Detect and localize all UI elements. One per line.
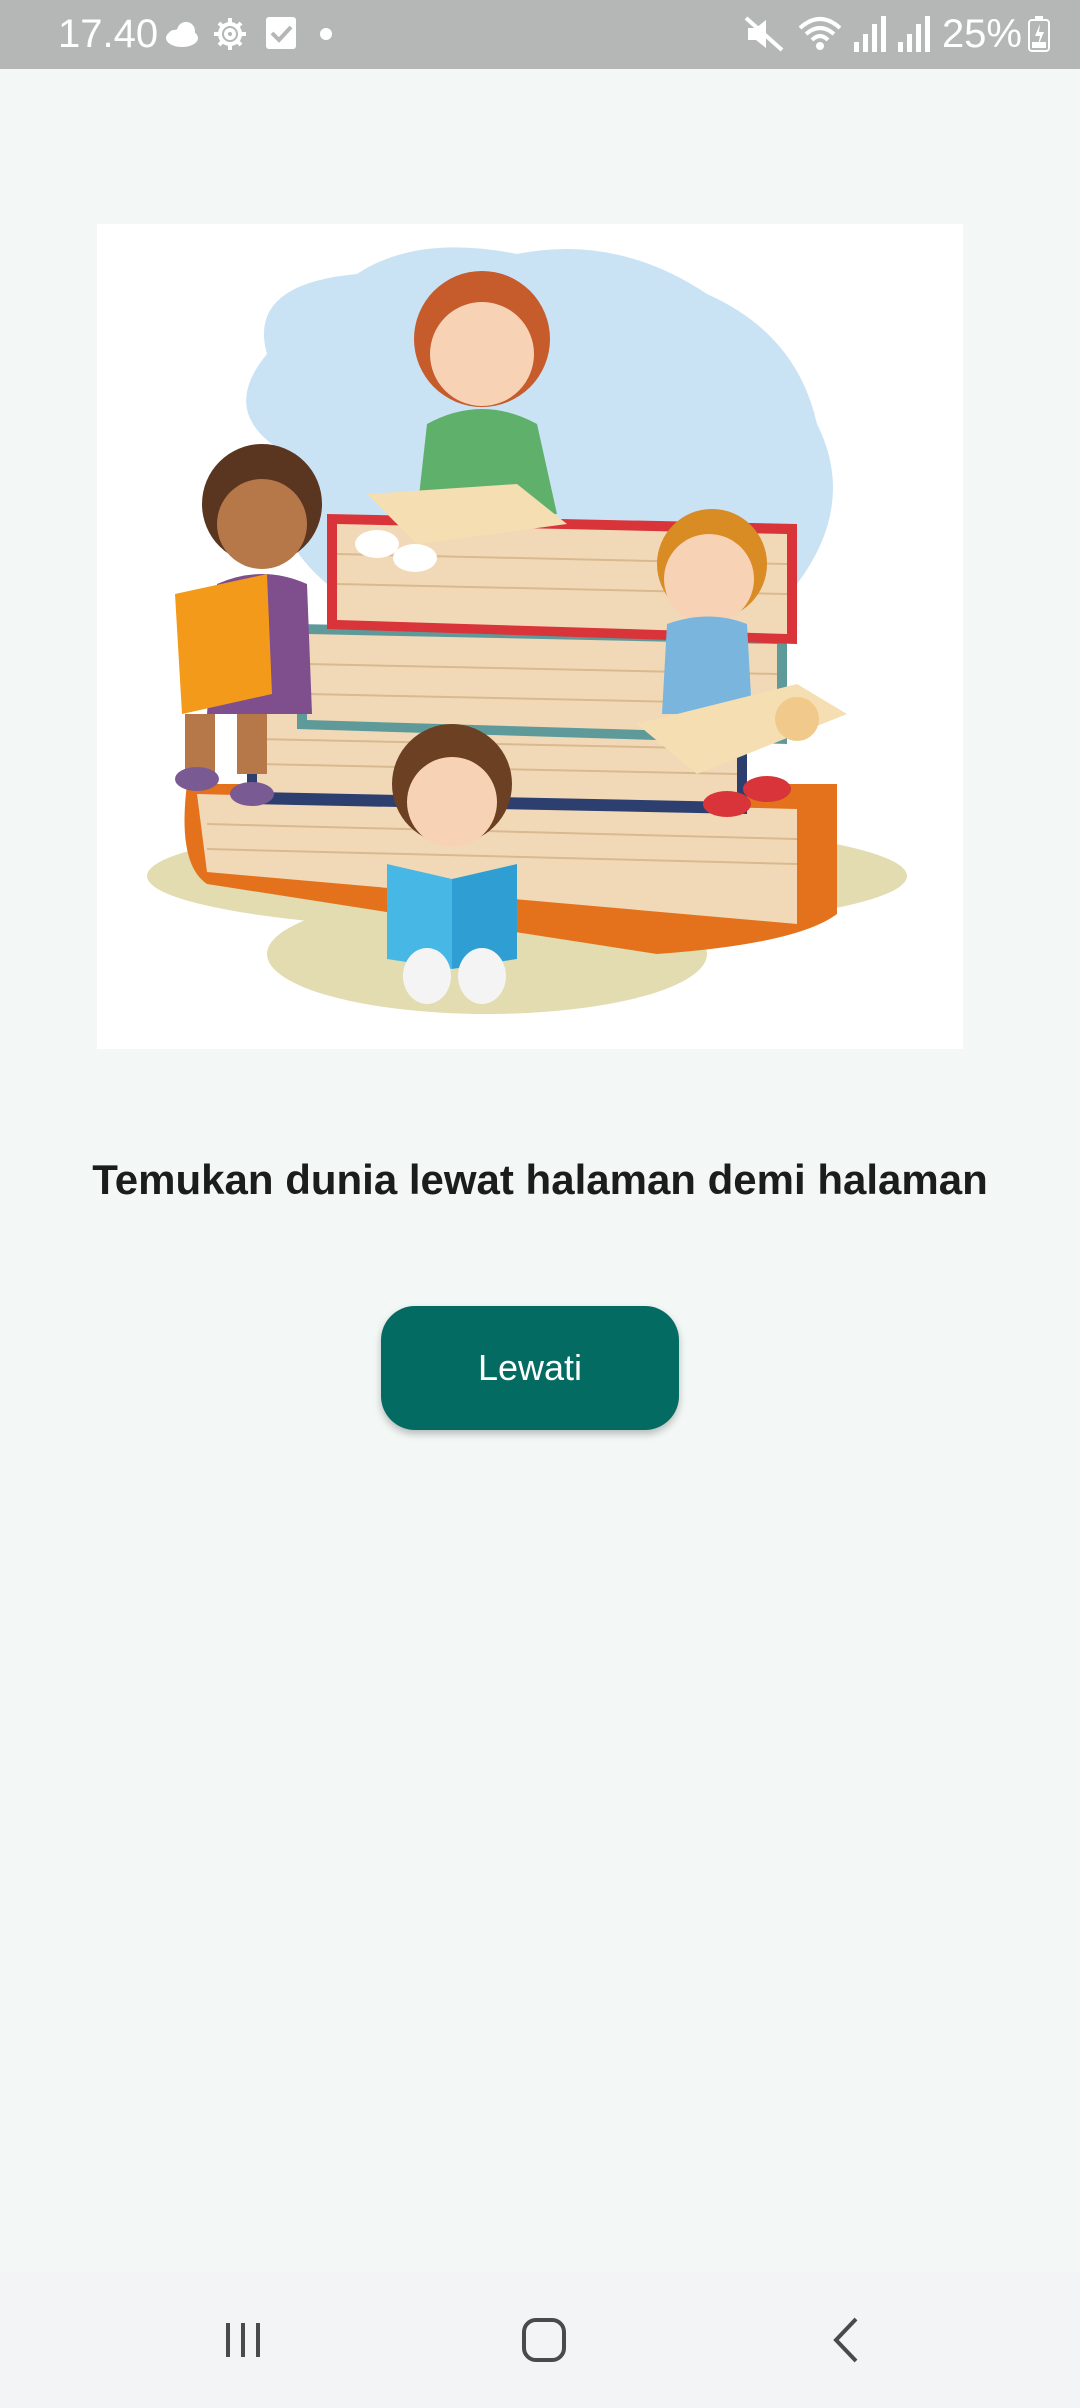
gear-icon — [214, 18, 246, 50]
status-bar: 17.40 25% — [0, 0, 1080, 69]
onboarding-headline: Temukan dunia lewat halaman demi halaman — [92, 1156, 988, 1203]
status-time: 17.40 — [58, 12, 159, 56]
home-icon — [522, 2318, 566, 2362]
checkbox-icon — [266, 17, 296, 49]
dot-icon — [320, 28, 332, 40]
signal-icon — [897, 16, 930, 52]
signal-icon — [853, 16, 886, 52]
onboarding-illustration — [97, 224, 963, 1049]
back-icon — [833, 2317, 858, 2363]
mute-icon — [744, 16, 784, 52]
cloud-icon — [166, 22, 198, 47]
children-reading-books-illustration — [147, 247, 907, 1014]
wifi-icon — [798, 17, 842, 50]
status-right-icons: 25% — [742, 10, 1050, 58]
recent-apps-button[interactable] — [183, 2300, 303, 2380]
system-nav-bar — [0, 2272, 1080, 2408]
home-button[interactable] — [484, 2300, 604, 2380]
recent-apps-icon — [226, 2323, 260, 2357]
skip-button[interactable]: Lewati — [381, 1306, 679, 1430]
status-left-icons — [166, 17, 332, 50]
battery-icon — [1028, 16, 1050, 52]
battery-percent: 25% — [941, 12, 1022, 56]
back-button[interactable] — [787, 2300, 907, 2380]
